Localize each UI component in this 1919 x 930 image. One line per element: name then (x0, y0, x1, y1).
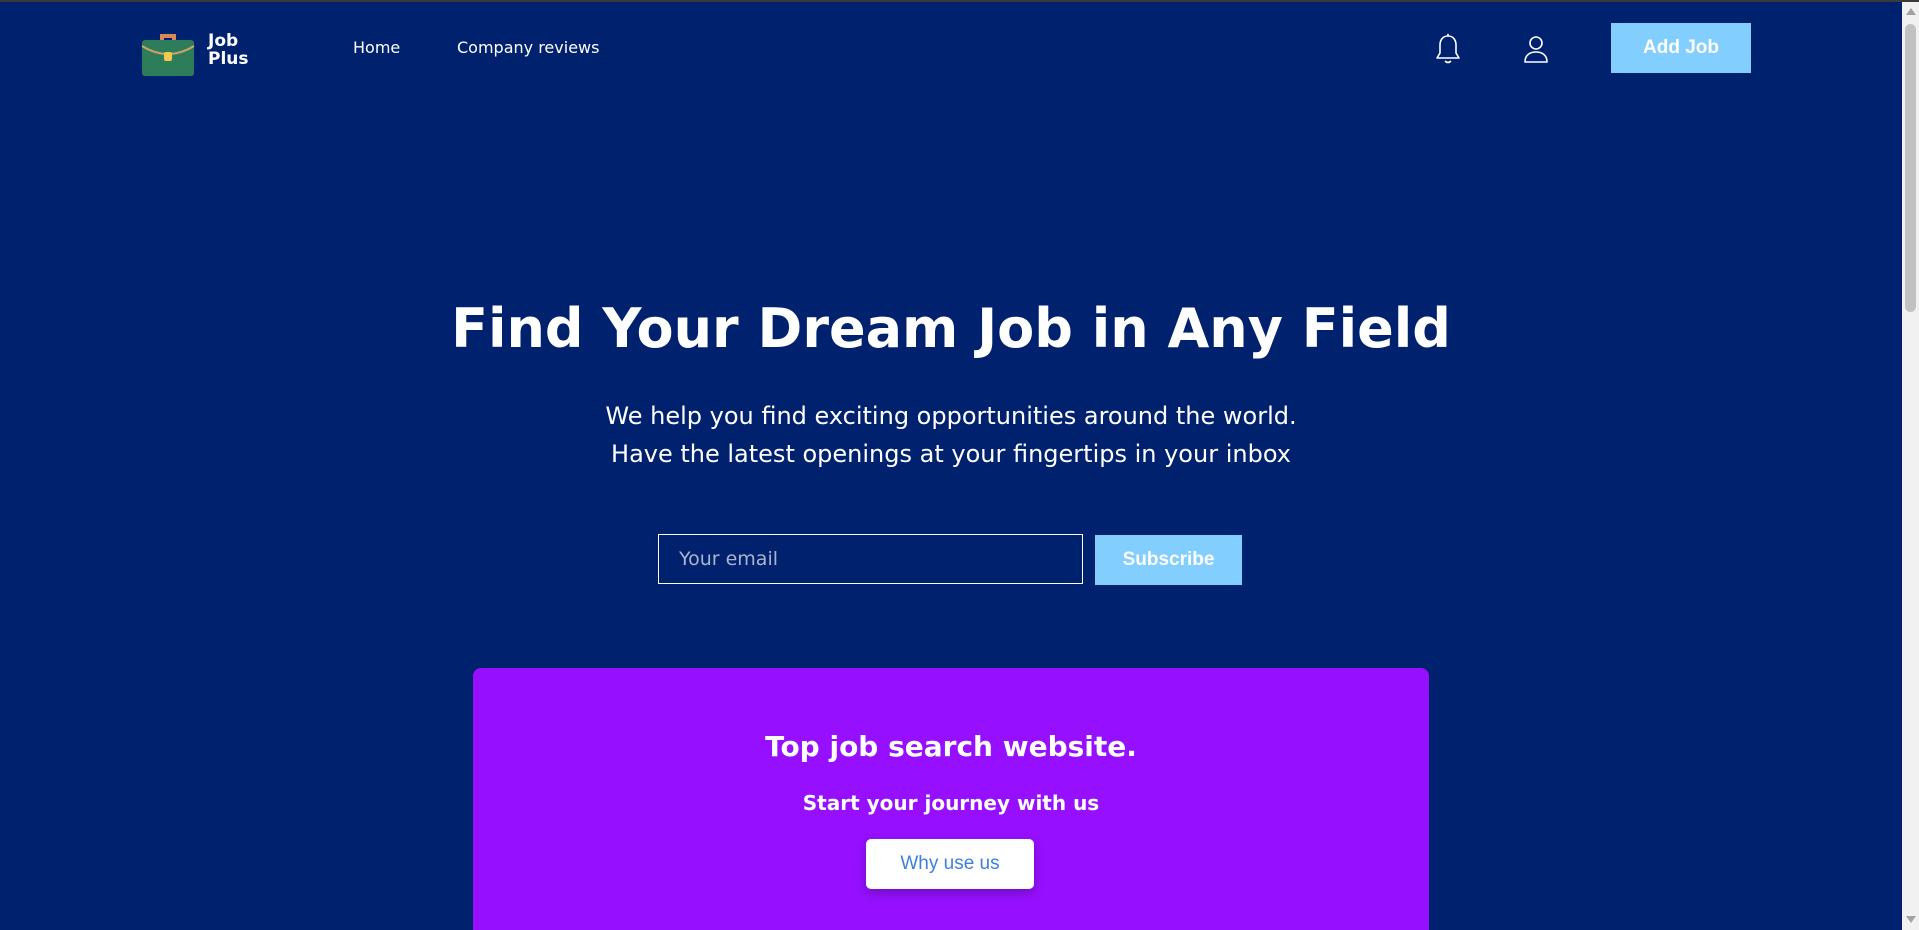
site-logo[interactable]: Job Plus (140, 22, 249, 78)
why-use-us-button[interactable]: Why use us (866, 839, 1034, 889)
scroll-down-arrow-icon[interactable] (1906, 916, 1916, 923)
page-viewport: Job Plus Home Company reviews Add Job Fi… (0, 2, 1902, 930)
scrollbar-thumb[interactable] (1905, 24, 1916, 312)
briefcase-icon (141, 34, 195, 76)
hero-title: Find Your Dream Job in Any Field (451, 297, 1451, 360)
email-input[interactable] (658, 534, 1083, 584)
page-scrollbar[interactable] (1902, 2, 1919, 930)
bell-icon (1436, 33, 1460, 64)
logo-word-2: Plus (208, 49, 249, 69)
account-button[interactable] (1519, 32, 1553, 66)
nav-company-reviews-link[interactable]: Company reviews (457, 38, 599, 57)
scroll-up-arrow-icon[interactable] (1906, 8, 1916, 15)
logo-word-1: Job (208, 31, 239, 51)
subscribe-button[interactable]: Subscribe (1095, 535, 1242, 585)
promo-card: Top job search website. Start your journ… (473, 668, 1429, 930)
add-job-button[interactable]: Add Job (1611, 23, 1751, 73)
hero-subtitle-line-2: Have the latest openings at your fingert… (611, 440, 1291, 468)
promo-subtitle: Start your journey with us (802, 791, 1100, 815)
promo-title: Top job search website. (765, 730, 1137, 763)
user-icon (1524, 36, 1548, 63)
hero-subtitle-line-1: We help you find exciting opportunities … (605, 402, 1297, 430)
logo-text: Job Plus (208, 32, 249, 68)
notifications-button[interactable] (1431, 32, 1465, 66)
nav-home-link[interactable]: Home (353, 38, 400, 57)
